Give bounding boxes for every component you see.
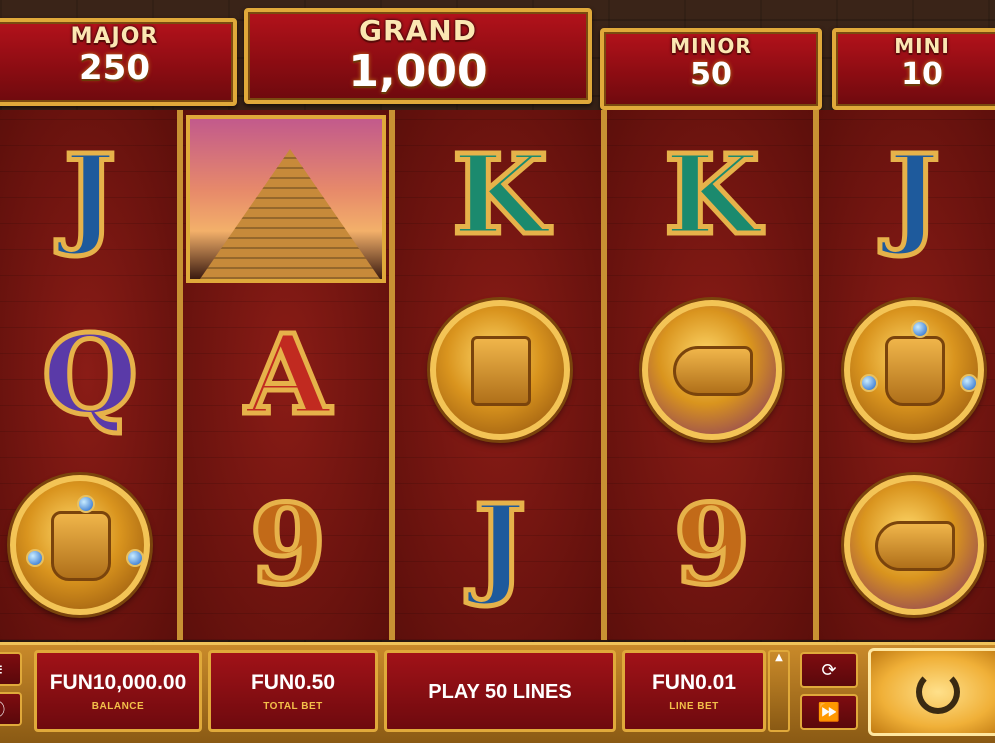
total-bet-value: FUN0.50 xyxy=(250,671,336,694)
symbol-9: 9 xyxy=(637,470,787,620)
line-bet-display[interactable]: FUN0.01 LINE BET xyxy=(622,650,766,732)
symbol-mask-medal xyxy=(425,295,575,445)
line-bet-value: FUN0.01 xyxy=(651,671,737,694)
inca-medal-icon xyxy=(844,300,984,440)
total-bet-caption: TOTAL BET xyxy=(263,701,323,712)
mask-medal-icon xyxy=(430,300,570,440)
symbol-j: J xyxy=(425,470,575,620)
fast-forward-icon: ⏩ xyxy=(817,701,841,723)
line-bet-stepper[interactable]: ▲ xyxy=(768,650,790,732)
balance-display: FUN10,000.00 BALANCE xyxy=(34,650,202,732)
jackpot-grand-label: GRAND xyxy=(359,14,477,47)
jackpot-major: MAJOR 250 xyxy=(0,18,237,106)
symbol-q: Q xyxy=(15,300,165,450)
autoplay-icon: ⟳ xyxy=(821,659,837,681)
jackpot-mini-value: 10 xyxy=(901,57,943,92)
balance-caption: BALANCE xyxy=(91,701,145,712)
letter-a: A xyxy=(243,310,333,439)
total-bet-display[interactable]: FUN0.50 TOTAL BET xyxy=(208,650,378,732)
symbol-k: K xyxy=(637,120,787,270)
play-lines-label: PLAY 50 LINES xyxy=(428,681,572,703)
spin-button[interactable] xyxy=(868,648,995,736)
menu-icon: ≡ xyxy=(0,659,4,680)
symbol-inca-medal xyxy=(5,470,155,620)
jackpot-major-value: 250 xyxy=(79,48,150,88)
letter-j: J xyxy=(885,130,942,259)
balance-value: FUN10,000.00 xyxy=(49,671,187,694)
letter-k: K xyxy=(450,130,551,259)
jackpot-minor-value: 50 xyxy=(690,57,732,92)
symbol-a: A xyxy=(213,300,363,450)
play-lines-button[interactable]: PLAY 50 LINES xyxy=(384,650,616,732)
letter-k: K xyxy=(662,130,763,259)
jackpot-grand-value: 1,000 xyxy=(348,46,488,97)
symbol-serpent-medal xyxy=(839,470,989,620)
jackpot-minor: MINOR 50 xyxy=(600,28,822,110)
letter-j: J xyxy=(61,130,118,259)
letter-q: Q xyxy=(40,310,141,439)
reel-1: J Q xyxy=(0,110,180,640)
game-stage: MAJOR 250 GRAND 1,000 MINOR 50 MINI 10 J… xyxy=(0,0,995,743)
inca-medal-icon xyxy=(10,475,150,615)
line-bet-caption: LINE BET xyxy=(669,701,719,712)
spin-icon xyxy=(916,670,960,714)
jackpot-grand: GRAND 1,000 xyxy=(244,8,592,104)
letter-9: 9 xyxy=(247,480,329,609)
symbol-9: 9 xyxy=(213,470,363,620)
reel-4: K 9 xyxy=(604,110,816,640)
symbol-j: J xyxy=(15,120,165,270)
symbol-k: K xyxy=(425,120,575,270)
serpent-medal-icon xyxy=(642,300,782,440)
reel-3: K J xyxy=(392,110,604,640)
jackpot-mini: MINI 10 xyxy=(832,28,995,110)
symbol-j: J xyxy=(839,120,989,270)
letter-j: J xyxy=(471,480,528,609)
letter-9: 9 xyxy=(671,480,753,609)
menu-button[interactable]: ≡ xyxy=(0,652,22,686)
info-button[interactable]: ⓘ xyxy=(0,692,22,726)
jackpot-major-label: MAJOR xyxy=(70,24,159,49)
pyramid-icon xyxy=(186,115,386,283)
reel-5: J xyxy=(816,110,995,640)
autoplay-button[interactable]: ⟳ xyxy=(800,652,858,688)
serpent-medal-icon xyxy=(844,475,984,615)
turbo-button[interactable]: ⏩ xyxy=(800,694,858,730)
jackpot-mini-label: MINI xyxy=(894,34,950,58)
symbol-inca-medal xyxy=(839,295,989,445)
chevron-up-icon[interactable]: ▲ xyxy=(775,652,783,663)
info-icon: ⓘ xyxy=(0,696,5,722)
jackpot-minor-label: MINOR xyxy=(670,34,752,58)
symbol-serpent-medal xyxy=(637,295,787,445)
